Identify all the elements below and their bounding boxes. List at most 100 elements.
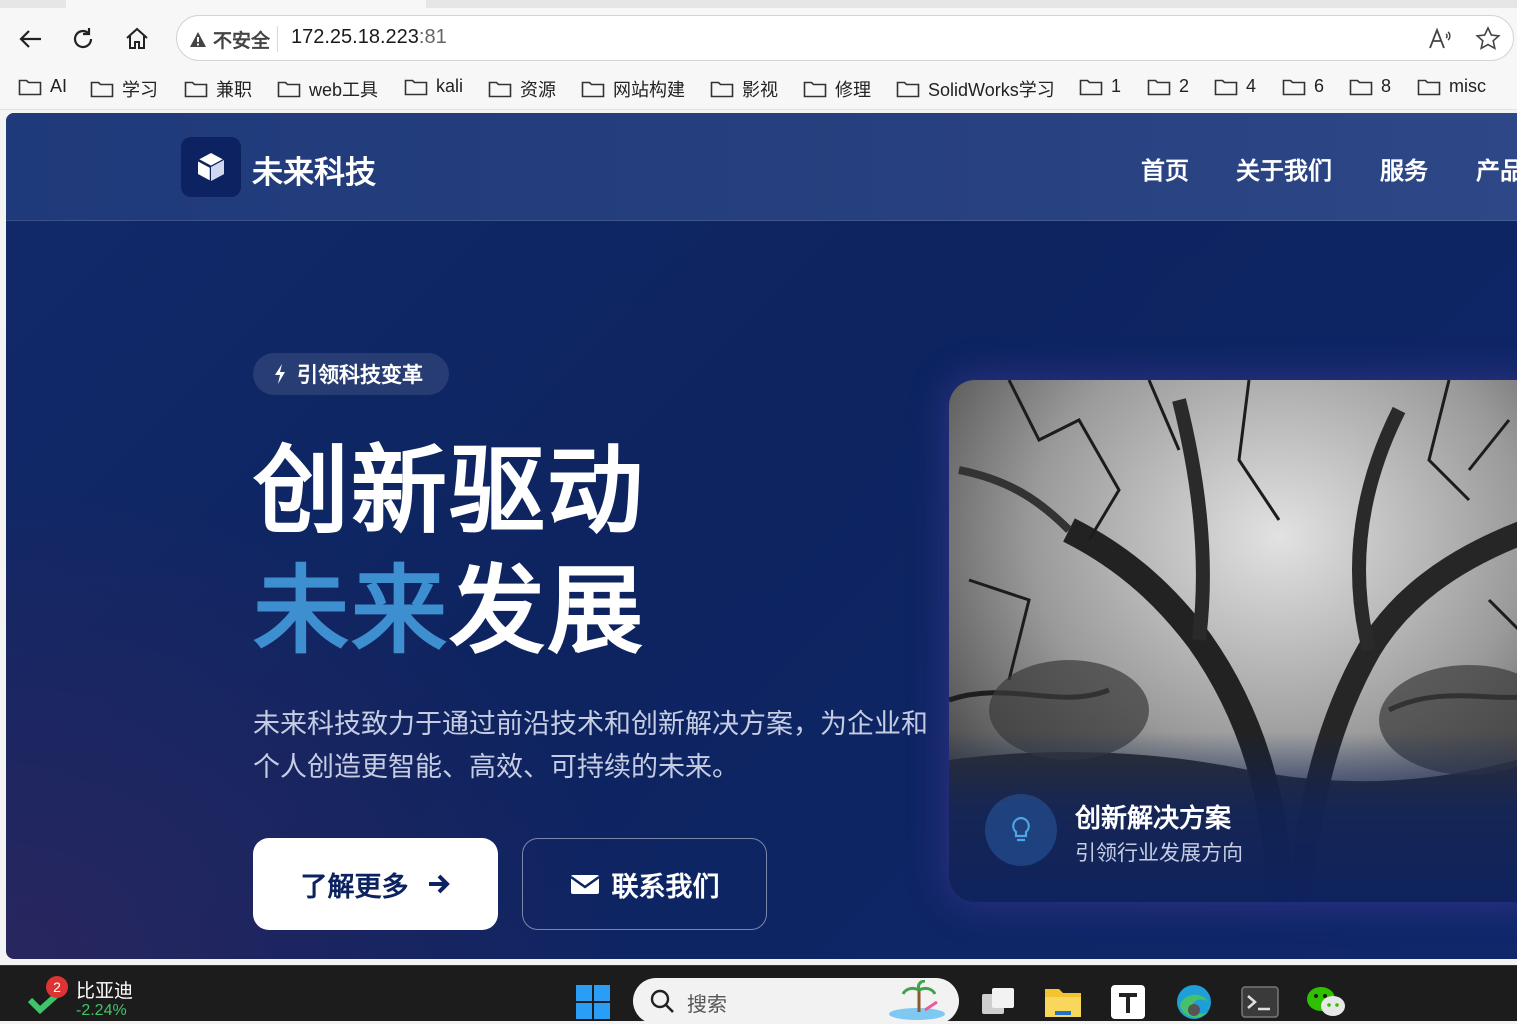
contact-us-button[interactable]: 联系我们 [522,838,767,930]
headline-rest: 发展 [449,555,645,667]
folder-icon [710,81,734,98]
refresh-icon[interactable] [64,20,102,58]
file-explorer-icon[interactable] [1041,980,1085,1024]
contact-us-label: 联系我们 [611,871,720,903]
card-title: 创新解决方案 [1075,804,1232,834]
nav-services[interactable]: 服务 [1380,151,1428,186]
bookmark-folder[interactable]: 8 [1349,76,1391,97]
bookmark-folder[interactable]: misc [1417,76,1486,97]
bookmark-folder[interactable]: 资源 [488,76,556,102]
url-host: 172.25.18.223 [291,26,419,48]
headline-line-1: 创新驱动 [253,435,645,547]
bookmark-folder[interactable]: 影视 [710,76,778,102]
url-port: :81 [418,26,447,48]
bookmark-label: 网站构建 [613,80,685,100]
folder-icon [1349,79,1373,95]
bookmark-folder[interactable]: 网站构建 [581,76,685,102]
bookmark-folder[interactable]: 1 [1079,76,1121,97]
folder-icon [1147,79,1171,95]
folder-icon [1214,79,1238,95]
hero-image-card: 创新解决方案 引领行业发展方向 [949,380,1517,902]
bookmark-folder[interactable]: AI [18,76,67,97]
folder-icon [488,81,512,98]
task-view-icon[interactable] [976,980,1020,1024]
arrow-right-icon [428,874,450,894]
bookmark-label: 修理 [835,80,871,100]
home-icon[interactable] [118,20,156,58]
warning-icon [190,31,206,47]
read-aloud-icon[interactable] [1425,24,1455,54]
security-label: 不安全 [213,30,271,52]
divider [277,26,278,52]
envelope-icon [569,875,600,894]
windows-start-icon[interactable] [571,980,615,1024]
bookmark-label: SolidWorks学习 [928,80,1055,100]
cube-icon [197,153,225,181]
bookmark-folder[interactable]: 4 [1214,76,1256,97]
bookmark-folder[interactable]: 兼职 [184,76,252,102]
bookmarks-bar: AI 学习 兼职 web工具 kali 资源 网站构建 影视 修理 SolidW… [0,70,1517,110]
hero-headline: 创新驱动 未来发展 [253,431,645,671]
address-bar[interactable]: 不安全 172.25.18.223:81 [176,15,1514,61]
wechat-icon[interactable] [1304,980,1348,1024]
stock-change: -2.24% [76,1002,127,1019]
bookmark-label: web工具 [309,80,379,100]
bookmark-folder[interactable]: 修理 [803,76,871,102]
folder-icon [1282,79,1306,95]
bookmark-folder[interactable]: 2 [1147,76,1189,97]
hero-badge: 引领科技变革 [253,353,449,395]
folder-icon [277,81,301,98]
badge-label: 引领科技变革 [297,363,423,387]
edge-browser-icon[interactable] [1172,980,1216,1024]
bookmark-label: 6 [1314,76,1325,96]
logo[interactable] [181,137,241,197]
bookmark-folder[interactable]: web工具 [277,76,378,102]
search-placeholder: 搜索 [687,992,727,1016]
bookmark-label: 1 [1111,76,1122,96]
folder-icon [404,79,428,95]
bookmark-label: 资源 [520,80,556,100]
bookmark-label: kali [436,76,464,96]
folder-icon [1079,79,1103,95]
headline-line-2: 未来发展 [253,551,645,671]
folder-icon [803,81,827,98]
site-header: 未来科技 首页 关于我们 服务 产品 [6,113,1517,221]
bookmark-label: misc [1449,76,1486,96]
typora-icon[interactable] [1106,980,1150,1024]
stock-widget[interactable]: 2 比亚迪 -2.24% [28,976,168,1022]
terminal-icon[interactable] [1238,980,1282,1024]
url-text[interactable]: 172.25.18.223:81 [291,26,447,49]
favorite-star-icon[interactable] [1473,24,1503,54]
active-tab[interactable] [66,0,426,8]
card-subtitle: 引领行业发展方向 [1075,841,1243,865]
beach-icon [889,980,945,1020]
web-page: 未来科技 首页 关于我们 服务 产品 引领科技变革 创新驱动 未来发展 未来科技… [6,113,1517,959]
brand-name[interactable]: 未来科技 [252,147,376,192]
bookmark-label: 学习 [122,80,158,100]
back-icon[interactable] [12,20,50,58]
hero-description: 未来科技致力于通过前沿技术和创新解决方案，为企业和个人创造更智能、高效、可持续的… [253,709,928,783]
bookmark-label: 4 [1246,76,1257,96]
bookmark-folder[interactable]: 学习 [90,76,158,102]
nav-about[interactable]: 关于我们 [1236,151,1332,186]
learn-more-button[interactable]: 了解更多 [253,838,498,930]
browser-toolbar: 不安全 172.25.18.223:81 [0,8,1517,70]
folder-icon [90,81,114,98]
folder-icon [18,79,42,95]
search-icon [650,989,674,1013]
nav-home[interactable]: 首页 [1141,151,1189,186]
security-indicator[interactable]: 不安全 [189,26,270,53]
taskbar-search[interactable]: 搜索 [633,978,959,1024]
taskbar: 2 比亚迪 -2.24% 搜索 [0,965,1517,1024]
bookmark-folder[interactable]: SolidWorks学习 [896,76,1055,102]
lightning-icon [275,364,285,384]
bookmark-folder[interactable]: 6 [1282,76,1324,97]
bookmark-label: 影视 [742,80,778,100]
notification-badge: 2 [46,976,68,998]
stock-name: 比亚迪 [76,980,134,1002]
headline-accent: 未来 [253,555,449,667]
bookmark-label: 兼职 [216,80,252,100]
nav-products[interactable]: 产品 [1476,151,1517,186]
folder-icon [1417,79,1441,95]
bookmark-folder[interactable]: kali [404,76,463,97]
